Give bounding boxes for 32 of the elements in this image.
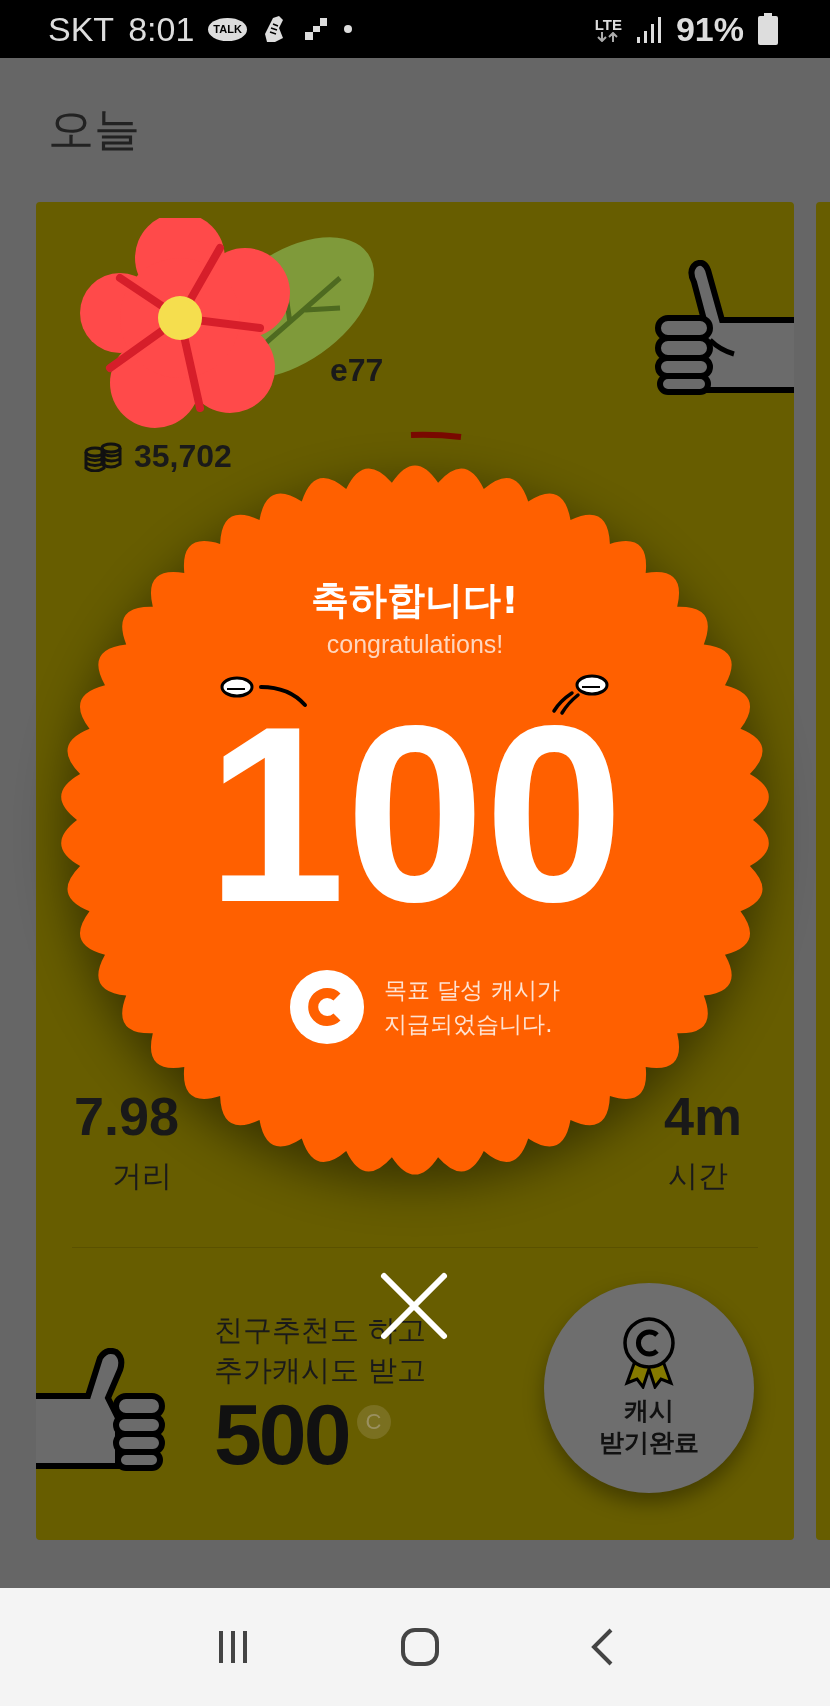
thumbs-up-icon bbox=[36, 1347, 166, 1473]
claim-cash-button[interactable]: 캐시 받기완료 bbox=[544, 1283, 754, 1494]
network-type: LTE bbox=[594, 16, 622, 32]
reward-amount: 500 bbox=[214, 1391, 349, 1477]
dot-icon bbox=[342, 24, 353, 34]
clock-time: 8:01 bbox=[128, 9, 195, 49]
chat-notification-icon: TALK bbox=[208, 17, 247, 41]
promo-text: 추가캐시도 받고 bbox=[214, 1352, 427, 1390]
data-arrows-icon bbox=[597, 31, 620, 42]
cash-icon bbox=[290, 970, 365, 1045]
steps-icon bbox=[302, 18, 329, 40]
medal-icon bbox=[621, 1316, 677, 1389]
battery-percent: 91% bbox=[675, 9, 744, 49]
coin-balance: 35,702 bbox=[134, 438, 232, 475]
carrier-name: SKT bbox=[48, 9, 115, 49]
stat-value: 4m bbox=[663, 1087, 742, 1147]
home-icon[interactable] bbox=[400, 1627, 440, 1667]
thumbs-up-icon bbox=[654, 260, 794, 395]
page-title: 오늘 bbox=[48, 101, 140, 158]
stat-label: 시간 bbox=[667, 1157, 728, 1196]
coin-stack-icon bbox=[84, 441, 122, 472]
username: e77 bbox=[330, 352, 384, 389]
signal-icon bbox=[635, 15, 662, 43]
stat-label: 거리 bbox=[111, 1157, 172, 1196]
battery-icon bbox=[758, 13, 778, 45]
popup-title: 축하합니다! bbox=[311, 578, 519, 624]
cash-unit-badge: C bbox=[356, 1405, 391, 1439]
stat-value: 7.98 bbox=[74, 1087, 180, 1147]
reward-amount: 100 bbox=[206, 710, 624, 921]
coin-icon bbox=[550, 674, 610, 717]
reward-message: 목표 달성 캐시가 지급되었습니다. bbox=[384, 975, 560, 1040]
popup-subtitle: congratulations! bbox=[326, 628, 504, 660]
